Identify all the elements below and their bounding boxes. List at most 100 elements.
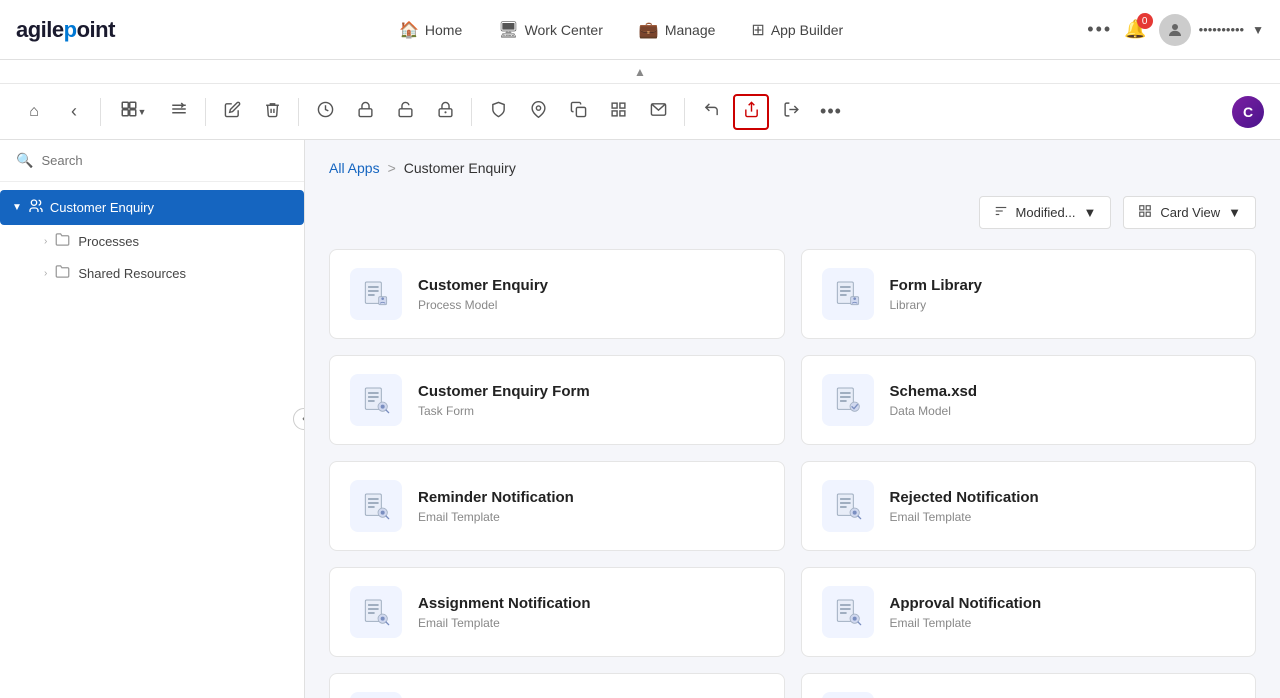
card-report-view[interactable]: Report View — [801, 673, 1257, 698]
nav-items: 🏠 Home 🖥 Work Center 💼 Manage ⊞ App Buil… — [155, 12, 1087, 48]
toolbar-back-button[interactable]: ‹ — [56, 94, 92, 130]
toolbar-separator-2 — [205, 98, 206, 126]
toolbar-home-icon: ⌂ — [29, 103, 39, 121]
sort-button[interactable]: Modified... ▼ — [979, 196, 1112, 229]
processes-label: Processes — [78, 234, 139, 249]
card-title: Reminder Notification — [418, 489, 574, 506]
card-reminder-notification[interactable]: Reminder Notification Email Template — [329, 461, 785, 551]
toolbar-grid2-icon — [610, 101, 627, 123]
nav-more-button[interactable]: ••• — [1087, 19, 1112, 40]
toolbar-export-button[interactable] — [773, 94, 809, 130]
card-rejected-notification[interactable]: Rejected Notification Email Template — [801, 461, 1257, 551]
card-title: Assignment Notification — [418, 595, 591, 612]
logo[interactable]: agilepoint — [16, 17, 115, 43]
toolbar-lock-button[interactable] — [347, 94, 383, 130]
nav-appbuilder[interactable]: ⊞ App Builder — [737, 12, 857, 48]
briefcase-icon: 💼 — [639, 20, 659, 40]
view-button[interactable]: Card View ▼ — [1123, 196, 1256, 229]
card-customer-enquiry-form[interactable]: Customer Enquiry Form Task Form — [329, 355, 785, 445]
card-icon-wrap — [822, 586, 874, 638]
sidebar-search-container: 🔍 — [0, 140, 304, 182]
sidebar-item-customer-enquiry[interactable]: ▼ Customer Enquiry — [0, 190, 304, 225]
shared-resources-chevron-icon: › — [44, 268, 47, 279]
notification-badge: 0 — [1137, 13, 1153, 29]
view-label: Card View — [1160, 205, 1220, 220]
toolbar-delete-icon — [264, 101, 281, 123]
sort-label: Modified... — [1016, 205, 1076, 220]
card-title: Customer Enquiry Form — [418, 383, 590, 400]
nav-appbuilder-label: App Builder — [771, 22, 843, 38]
toolbar-reply-button[interactable] — [693, 94, 729, 130]
toolbar-home-button[interactable]: ⌂ — [16, 94, 52, 130]
card-subtitle: Email Template — [890, 616, 1042, 630]
toolbar-history-icon — [317, 101, 334, 123]
nav-workcenter[interactable]: 🖥 Work Center — [484, 12, 617, 48]
user-menu[interactable]: •••••••••• ▼ — [1159, 14, 1264, 46]
toolbar-lock2-button[interactable] — [427, 94, 463, 130]
main-layout: 🔍 ▼ Customer Enquiry › Processes — [0, 140, 1280, 698]
card-info: Approval Notification Email Template — [890, 595, 1042, 630]
sidebar-collapse-button[interactable]: ‹ — [293, 408, 305, 430]
toolbar: ⌂ ‹ ▼ — [0, 84, 1280, 140]
toolbar-shield-button[interactable] — [480, 94, 516, 130]
sidebar-item-shared-resources[interactable]: › Shared Resources — [32, 257, 304, 289]
sidebar: 🔍 ▼ Customer Enquiry › Processes — [0, 140, 305, 698]
toolbar-separator-3 — [298, 98, 299, 126]
nav-home[interactable]: 🏠 Home — [385, 12, 476, 48]
tree-label: Customer Enquiry — [50, 200, 154, 215]
card-icon-wrap — [350, 268, 402, 320]
card-title: Customer Enquiry — [418, 277, 548, 294]
toolbar-location-button[interactable] — [520, 94, 556, 130]
nav-manage[interactable]: 💼 Manage — [625, 12, 730, 48]
card-subtitle: Email Template — [418, 510, 574, 524]
toolbar-separator-4 — [471, 98, 472, 126]
view-grid-icon — [1138, 204, 1152, 221]
card-assignment-notification[interactable]: Assignment Notification Email Template — [329, 567, 785, 657]
search-input[interactable] — [41, 153, 288, 168]
toolbar-history-button[interactable] — [307, 94, 343, 130]
logo-text: agilepoint — [16, 17, 115, 43]
card-icon-wrap — [350, 480, 402, 532]
top-navigation: agilepoint 🏠 Home 🖥 Work Center 💼 Manage… — [0, 0, 1280, 60]
toolbar-edit-icon — [224, 101, 241, 123]
sidebar-item-processes[interactable]: › Processes — [32, 225, 304, 257]
card-icon-wrap — [822, 268, 874, 320]
toolbar-more-button[interactable]: ••• — [813, 94, 849, 130]
user-avatar — [1159, 14, 1191, 46]
content-toolbar: Modified... ▼ Card View ▼ — [329, 196, 1256, 229]
breadcrumb-all-apps[interactable]: All Apps — [329, 160, 380, 176]
toolbar-share-button[interactable] — [733, 94, 769, 130]
toolbar-delete-button[interactable] — [254, 94, 290, 130]
card-subtitle: Email Template — [418, 616, 591, 630]
toolbar-copy-icon — [570, 101, 587, 123]
toolbar-lock-icon — [357, 101, 374, 123]
card-approval-notification[interactable]: Approval Notification Email Template — [801, 567, 1257, 657]
card-title: Approval Notification — [890, 595, 1042, 612]
card-icon-wrap — [822, 692, 874, 698]
card-form-library[interactable]: Form Library Library — [801, 249, 1257, 339]
user-toolbar-avatar[interactable]: C — [1232, 96, 1264, 128]
card-subtitle: Process Model — [418, 298, 548, 312]
notification-button[interactable]: 🔔 0 — [1124, 19, 1146, 40]
card-schema-xsd[interactable]: Schema.xsd Data Model — [801, 355, 1257, 445]
collapse-button[interactable]: ▲ — [634, 65, 646, 79]
tree-chevron-down-icon: ▼ — [12, 202, 22, 213]
toolbar-unlock-button[interactable] — [387, 94, 423, 130]
card-info: Rejected Notification Email Template — [890, 489, 1039, 524]
card-info: Customer Enquiry Process Model — [418, 277, 548, 312]
toolbar-new-button[interactable]: ▼ — [109, 94, 157, 130]
toolbar-grid-button[interactable] — [600, 94, 636, 130]
toolbar-arrange-button[interactable] — [161, 94, 197, 130]
view-chevron-icon: ▼ — [1228, 205, 1241, 220]
toolbar-separator-5 — [684, 98, 685, 126]
toolbar-edit-button[interactable] — [214, 94, 250, 130]
toolbar-export-icon — [783, 101, 800, 123]
toolbar-back-icon: ‹ — [71, 101, 77, 122]
toolbar-reply-icon — [703, 101, 720, 123]
toolbar-email-button[interactable] — [640, 94, 676, 130]
card-customer-enquiry[interactable]: Customer Enquiry Process Model — [329, 249, 785, 339]
sort-icon — [994, 204, 1008, 221]
toolbar-copy-button[interactable] — [560, 94, 596, 130]
breadcrumb: All Apps > Customer Enquiry — [329, 160, 1256, 176]
card-clarification-notification[interactable]: Clarification Notification Email Templat… — [329, 673, 785, 698]
